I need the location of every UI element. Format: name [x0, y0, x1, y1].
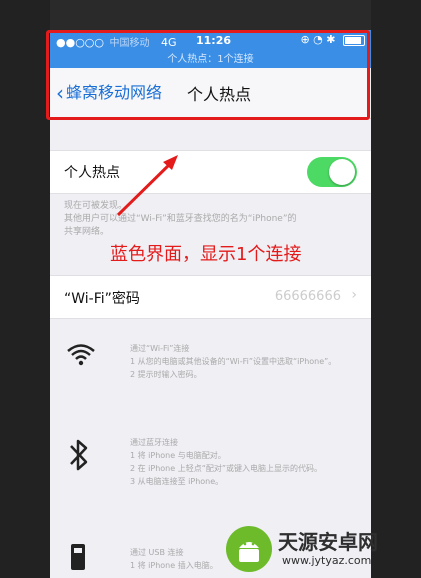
site-watermark: 天源安卓网 www.jytyaz.com [220, 522, 421, 578]
annotation-callout: 蓝色界面，显示1个连接 [110, 244, 302, 265]
watermark-url: www.jytyaz.com [282, 554, 372, 567]
watermark-title: 天源安卓网 [278, 530, 378, 554]
annotation-arrow [116, 155, 178, 217]
android-logo-icon [226, 526, 272, 572]
